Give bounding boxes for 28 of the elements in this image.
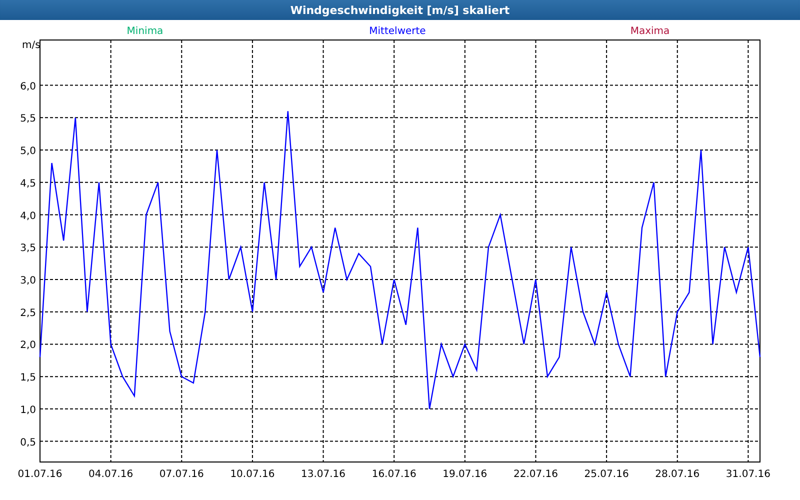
y-tick-label: 1,5 bbox=[20, 372, 36, 384]
legend-label: Mittelwerte bbox=[369, 26, 426, 37]
y-tick-label: 3,0 bbox=[20, 275, 36, 286]
x-tick-label: 07.07.16 bbox=[159, 469, 204, 480]
y-tick-label: 4,0 bbox=[20, 210, 36, 222]
y-tick-label: 1,0 bbox=[20, 404, 36, 416]
y-tick-label: 3,5 bbox=[20, 243, 36, 254]
x-tick-label: 28.07.16 bbox=[655, 469, 700, 480]
y-tick-label: 2,5 bbox=[20, 308, 36, 319]
legend-label: Maxima bbox=[630, 26, 670, 37]
x-tick-label: 25.07.16 bbox=[584, 469, 629, 480]
y-tick-label: 2,0 bbox=[20, 340, 36, 352]
x-tick-label: 16.07.16 bbox=[372, 469, 416, 480]
legend-label: Minima bbox=[126, 26, 164, 37]
y-tick-label: 5,0 bbox=[20, 146, 36, 158]
y-tick-label: 6,0 bbox=[20, 81, 36, 92]
x-tick-label: 31.07.16 bbox=[726, 469, 770, 480]
x-tick-label: 10.07.16 bbox=[230, 469, 275, 480]
window-title: Windgeschwindigkeit [m/s] skaliert bbox=[290, 4, 510, 16]
y-tick-label: 0,5 bbox=[20, 437, 36, 448]
x-tick-label: 13.07.16 bbox=[301, 469, 346, 480]
x-tick-label: 04.07.16 bbox=[88, 469, 134, 480]
y-tick-label: 4,5 bbox=[20, 178, 36, 190]
x-tick-label: 01.07.16 bbox=[18, 469, 62, 480]
x-tick-label: 19.07.16 bbox=[442, 469, 488, 480]
y-axis-unit: m/s bbox=[22, 40, 40, 51]
y-tick-label: 5,5 bbox=[20, 114, 36, 125]
x-tick-label: 22.07.16 bbox=[513, 469, 558, 480]
